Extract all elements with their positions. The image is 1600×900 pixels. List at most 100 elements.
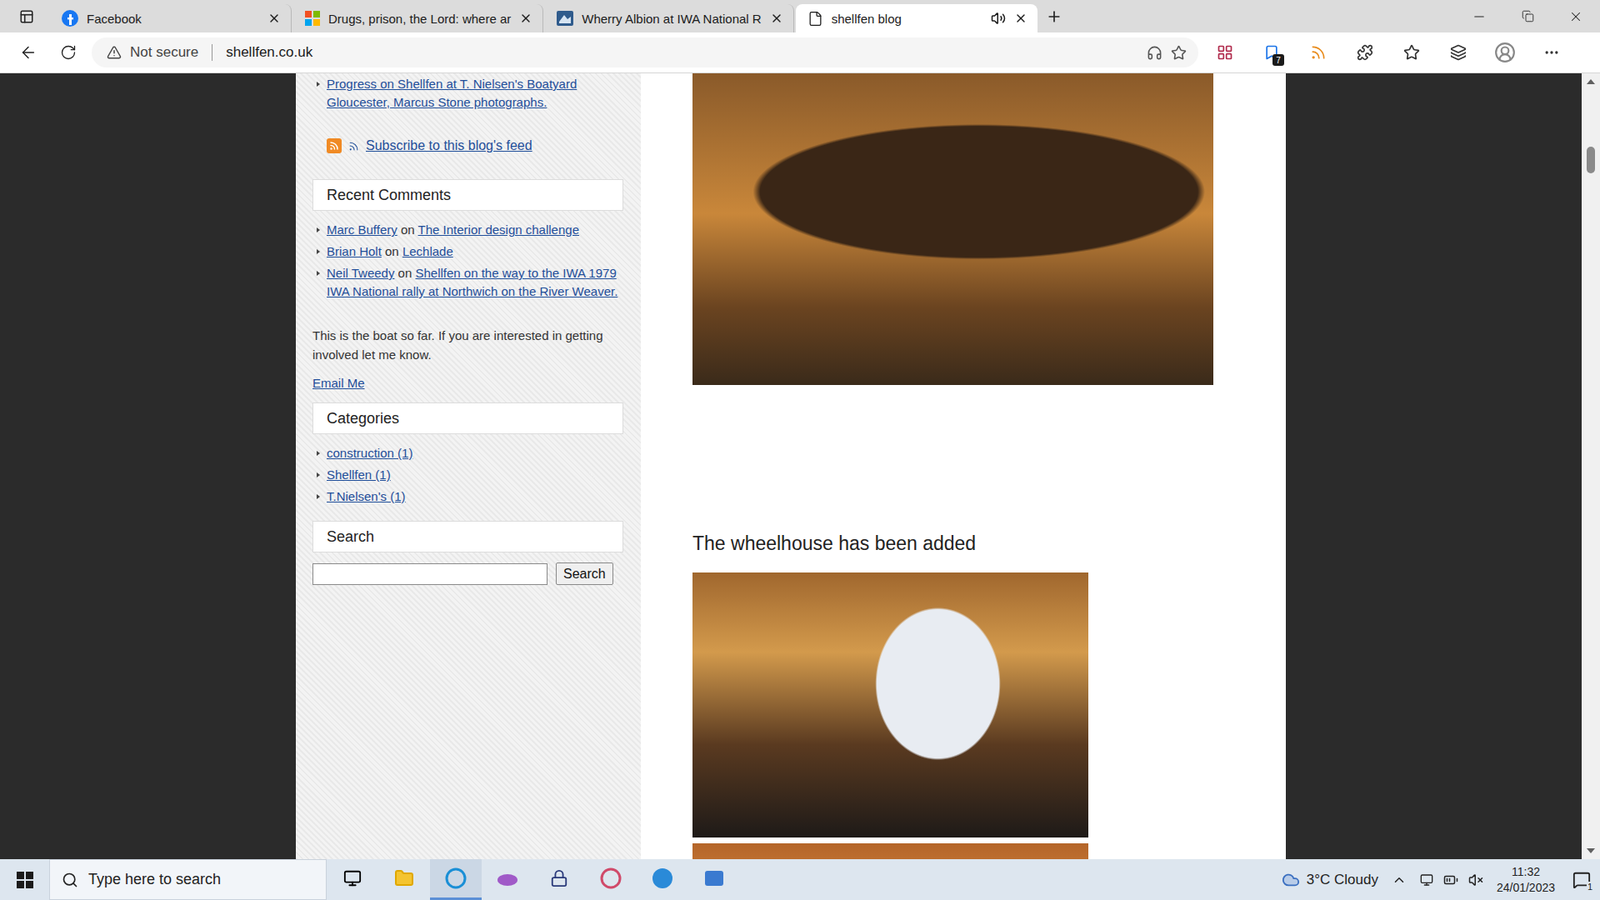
comment-post[interactable]: The Interior design challenge [418, 222, 580, 237]
comment-joiner: on [385, 244, 400, 259]
tab-label: Wherry Albion at IWA National R [581, 11, 761, 26]
category-link[interactable]: Shellfen (1) [326, 467, 391, 482]
main-content: The wheelhouse has been added [640, 73, 1286, 860]
favorite-icon[interactable] [1170, 45, 1187, 61]
page-gutter [1285, 73, 1582, 860]
feed-icon [1310, 44, 1327, 61]
app-icon[interactable] [495, 866, 520, 890]
screen: FacebookDrugs, prison, the Lord: where a… [0, 0, 1600, 900]
comment-joiner: on [400, 222, 415, 237]
close-icon[interactable] [519, 11, 533, 25]
app-button[interactable] [636, 859, 689, 900]
feed-link[interactable]: Subscribe to this blog's feed [365, 136, 533, 155]
weather[interactable]: 3°C Cloudy [1276, 859, 1384, 900]
edge-button[interactable] [430, 859, 482, 900]
menu-button[interactable] [1531, 37, 1572, 68]
explorer-button[interactable] [378, 859, 430, 900]
extension-button[interactable] [1205, 37, 1245, 68]
extension-icon [1216, 44, 1234, 61]
security-label[interactable]: Not secure [130, 44, 199, 61]
tray-icon[interactable] [1463, 859, 1489, 900]
close-window-icon [1568, 9, 1584, 25]
url-text[interactable]: shellfen.co.uk [225, 44, 1139, 61]
app-button[interactable] [688, 859, 740, 900]
comments-list: Marc Buffery on The Interior design chal… [312, 220, 624, 305]
comment-post[interactable]: Lechlade [402, 244, 454, 259]
email-row: Email Me [312, 374, 624, 393]
menu-icon [1543, 44, 1560, 61]
close-icon[interactable] [267, 11, 281, 25]
app-icon[interactable] [650, 866, 675, 890]
facebook-icon [61, 10, 79, 27]
post-link[interactable]: Progress on Shellfen at T. Nielsen's Boa… [326, 76, 577, 110]
scroll-thumb[interactable] [1586, 146, 1595, 174]
speaker-icon[interactable] [990, 10, 1006, 26]
app-icon[interactable] [444, 866, 468, 890]
email-link[interactable]: Email Me [312, 375, 365, 390]
start-button[interactable] [0, 859, 50, 900]
profile-icon [1494, 41, 1516, 64]
app-icon[interactable] [702, 866, 726, 890]
scroll-up-arrow[interactable] [1586, 79, 1595, 85]
close-window-button[interactable] [1551, 0, 1600, 33]
minimize-icon [1471, 9, 1487, 25]
page-gutter [0, 73, 296, 860]
comment-item: Marc Buffery on The Interior design chal… [326, 220, 624, 240]
clock[interactable]: 11:3224/01/2023 [1488, 864, 1564, 896]
rss-icon[interactable] [326, 138, 342, 154]
app-button[interactable] [481, 859, 534, 900]
extension-badge: 7 [1272, 54, 1285, 66]
search-input[interactable] [312, 563, 548, 585]
blog-layout: Progress on Shellfen at T. Nielsen's Boa… [295, 73, 1286, 860]
extension-button[interactable]: 7 [1251, 37, 1292, 68]
taskbar: Type here to search 3°C Cloudy 11:3224/01/… [0, 859, 1600, 900]
mute-icon [1468, 872, 1484, 888]
url-field[interactable]: Not secure shellfen.co.uk [91, 37, 1199, 68]
back-button[interactable] [11, 37, 45, 68]
profile-button[interactable] [1485, 37, 1525, 68]
scroll-down-arrow[interactable] [1586, 848, 1595, 854]
refresh-button[interactable] [51, 37, 85, 68]
comment-item: Brian Holt on Lechlade [326, 242, 624, 261]
notifications-button[interactable]: 1 [1563, 859, 1600, 900]
app-button[interactable] [585, 859, 637, 900]
category-link[interactable]: construction (1) [326, 445, 413, 460]
warning-icon [106, 45, 122, 60]
tray-icon[interactable] [1415, 859, 1439, 900]
time: 11:32 [1511, 864, 1540, 880]
comment-author[interactable]: Marc Buffery [326, 222, 398, 237]
new-tab-button[interactable] [1039, 2, 1070, 31]
browser-tab[interactable]: Wherry Albion at IWA National R [545, 4, 794, 33]
widget-header: Categories [312, 402, 624, 435]
boat-photo [692, 843, 1089, 860]
app-icon[interactable] [599, 866, 623, 890]
search-button[interactable]: Search [555, 562, 614, 585]
wheelhouse-photo [692, 572, 1089, 838]
tab-actions-button[interactable] [11, 2, 42, 31]
read-aloud-icon[interactable] [1146, 45, 1163, 61]
tab-strip: FacebookDrugs, prison, the Lord: where a… [0, 0, 1600, 33]
taskbar-search[interactable]: Type here to search [49, 859, 327, 900]
restore-icon [1521, 10, 1535, 23]
browser-tab[interactable]: shellfen blog [795, 4, 1038, 33]
restore-button[interactable] [1503, 0, 1552, 33]
favorites-button[interactable] [1391, 37, 1432, 68]
close-icon[interactable] [1014, 11, 1028, 25]
microsoft-icon [305, 10, 320, 26]
tray-overflow[interactable] [1383, 859, 1415, 900]
app-button[interactable] [533, 859, 585, 900]
comment-author[interactable]: Neil Tweedy [326, 265, 395, 280]
category-link[interactable]: T.Nielsen's (1) [326, 489, 406, 504]
browser-tab[interactable]: Facebook [50, 4, 292, 33]
minimize-button[interactable] [1455, 0, 1504, 33]
comment-author[interactable]: Brian Holt [326, 244, 382, 259]
browser-tab[interactable]: Drugs, prison, the Lord: where ar [293, 4, 544, 33]
scrollbar[interactable] [1581, 73, 1600, 860]
extensions-button[interactable] [1345, 37, 1385, 68]
task-view-button[interactable] [326, 859, 379, 900]
extension-button[interactable] [1298, 37, 1339, 68]
tray-icon[interactable] [1438, 859, 1464, 900]
collections-button[interactable] [1438, 37, 1479, 68]
date: 24/01/2023 [1496, 880, 1555, 896]
close-icon[interactable] [770, 11, 784, 25]
